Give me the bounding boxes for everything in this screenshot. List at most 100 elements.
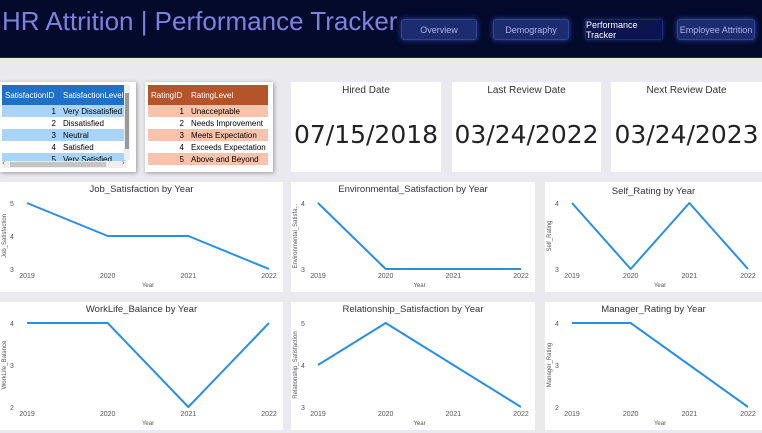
data-point[interactable] [746, 267, 750, 271]
worklife-balance-chart: WorkLife_Balance by Year 2 3 4 2019 2020 2021… [0, 302, 283, 430]
x-tick-label: 2022 [740, 273, 756, 280]
series-line[interactable] [27, 322, 270, 408]
x-axis-label: Year [413, 421, 425, 427]
satisfaction-level-cell: Dissatisfied [63, 118, 104, 128]
nav-performance-tracker-button[interactable]: Performance Tracker [585, 19, 663, 40]
line-chart-svg: 3 4 5 2019 2020 2021 2022 Year Job_Satisfaction [2, 201, 277, 289]
data-point[interactable] [687, 201, 691, 205]
nav-overview-button[interactable]: Overview [401, 19, 477, 40]
data-point[interactable] [570, 201, 574, 205]
series-line[interactable] [26, 202, 270, 270]
data-point[interactable] [186, 234, 190, 238]
scrollbar-thumb[interactable] [10, 162, 106, 167]
x-tick-label: 2022 [261, 273, 277, 280]
table-row[interactable]: 1 Very Dissatisfied [2, 105, 126, 117]
x-tick-label: 2020 [378, 411, 394, 418]
scroll-left-icon[interactable]: ‹ [2, 158, 5, 167]
data-point[interactable] [25, 201, 29, 205]
horizontal-scrollbar[interactable]: ‹ › [2, 158, 126, 168]
y-tick-label: 3 [555, 363, 559, 370]
rating-level-header[interactable]: RatingLevel [188, 91, 233, 100]
table-row[interactable]: 3 Meets Expectation [148, 129, 268, 141]
data-point[interactable] [316, 363, 320, 367]
rating-table-header: RatingID RatingLevel [148, 85, 268, 105]
x-axis-label: Year [413, 283, 425, 289]
y-tick-label: 2 [555, 405, 559, 412]
data-point[interactable] [384, 267, 388, 271]
rating-level-cell: Above and Beyond [191, 154, 259, 164]
data-point[interactable] [267, 321, 271, 325]
x-tick-label: 2021 [181, 273, 197, 280]
x-tick-label: 2021 [682, 273, 698, 280]
table-row[interactable]: 3 Neutral [2, 129, 126, 141]
rating-table: RatingID RatingLevel 1 Unacceptable 2 Ne… [148, 85, 268, 165]
data-point[interactable] [629, 321, 633, 325]
satisfaction-level-cell: Very Dissatisfied [63, 106, 123, 116]
data-point[interactable] [629, 267, 633, 271]
series-line[interactable] [317, 322, 522, 408]
rating-id-header[interactable]: RatingID [148, 91, 188, 100]
y-axis-label: Relationship_Satisfaction [293, 331, 299, 398]
x-tick-label: 2019 [19, 273, 35, 280]
x-tick-label: 2022 [261, 411, 277, 418]
y-axis-label: Self_Rating [547, 220, 553, 251]
rating-id-cell: 3 [179, 130, 184, 140]
data-point[interactable] [451, 363, 455, 367]
satisfaction-id-header[interactable]: SatisfactionID [2, 91, 60, 100]
rating-id-cell: 2 [179, 118, 184, 128]
data-point[interactable] [519, 405, 523, 409]
series-line[interactable] [317, 202, 521, 270]
data-point[interactable] [186, 405, 190, 409]
scroll-right-icon[interactable]: › [122, 158, 125, 167]
data-point[interactable] [106, 234, 110, 238]
y-tick-label: 4 [555, 321, 559, 328]
table-row[interactable]: 2 Needs Improvement [148, 117, 268, 129]
y-tick-label: 4 [10, 321, 14, 328]
vertical-scrollbar[interactable] [124, 85, 130, 160]
y-tick-label: 4 [301, 201, 305, 208]
nav-employee-attrition-button[interactable]: Employee Attrition [677, 19, 755, 40]
series-line[interactable] [572, 322, 749, 408]
data-point[interactable] [267, 267, 271, 271]
satisfaction-id-cell: 3 [51, 130, 56, 140]
x-tick-label: 2020 [100, 273, 116, 280]
x-tick-label: 2019 [310, 273, 326, 280]
data-point[interactable] [25, 321, 29, 325]
satisfaction-level-header[interactable]: SatisfactionLevel [60, 91, 126, 100]
y-tick-label: 4 [555, 201, 559, 208]
data-point[interactable] [519, 267, 523, 271]
data-point[interactable] [687, 363, 691, 367]
scrollbar-thumb[interactable] [125, 93, 129, 149]
line-chart-svg: 3 4 2019 2020 2021 2022 Year Self_Rating [547, 201, 756, 289]
job-satisfaction-chart: Job_Satisfaction by Year 3 4 5 2019 2020 2021… [0, 182, 283, 292]
data-point[interactable] [106, 321, 110, 325]
y-tick-label: 4 [10, 234, 14, 241]
y-tick-label: 3 [555, 267, 559, 274]
data-point[interactable] [316, 201, 320, 205]
data-point[interactable] [746, 405, 750, 409]
data-point[interactable] [451, 267, 455, 271]
series-line[interactable] [571, 202, 749, 270]
rating-table-card: RatingID RatingLevel 1 Unacceptable 2 Ne… [145, 82, 273, 172]
y-tick-label: 3 [10, 267, 14, 274]
table-row[interactable]: 4 Satisfied [2, 141, 126, 153]
data-point[interactable] [570, 321, 574, 325]
x-tick-label: 2021 [446, 273, 462, 280]
satisfaction-table-header: SatisfactionID SatisfactionLevel [2, 85, 126, 105]
y-tick-label: 2 [10, 405, 14, 412]
table-row[interactable]: 2 Dissatisfied [2, 117, 126, 129]
hired-date-card: Hired Date 07/15/2018 [291, 82, 441, 172]
y-tick-label: 3 [301, 405, 305, 412]
table-row[interactable]: 5 Above and Beyond [148, 153, 268, 165]
y-axis-label: Environmental_Satisfa... [293, 203, 299, 268]
rating-id-cell: 1 [179, 106, 184, 116]
next-review-date-value: 03/24/2023 [614, 120, 759, 149]
x-tick-label: 2022 [513, 411, 529, 418]
table-row[interactable]: 1 Unacceptable [148, 105, 268, 117]
hired-date-value: 07/15/2018 [293, 120, 439, 149]
next-review-date-label: Next Review Date [646, 85, 727, 96]
data-point[interactable] [384, 321, 388, 325]
y-tick-label: 5 [10, 201, 14, 208]
table-row[interactable]: 4 Exceeds Expectation [148, 141, 268, 153]
nav-demography-button[interactable]: Demography [493, 19, 569, 40]
